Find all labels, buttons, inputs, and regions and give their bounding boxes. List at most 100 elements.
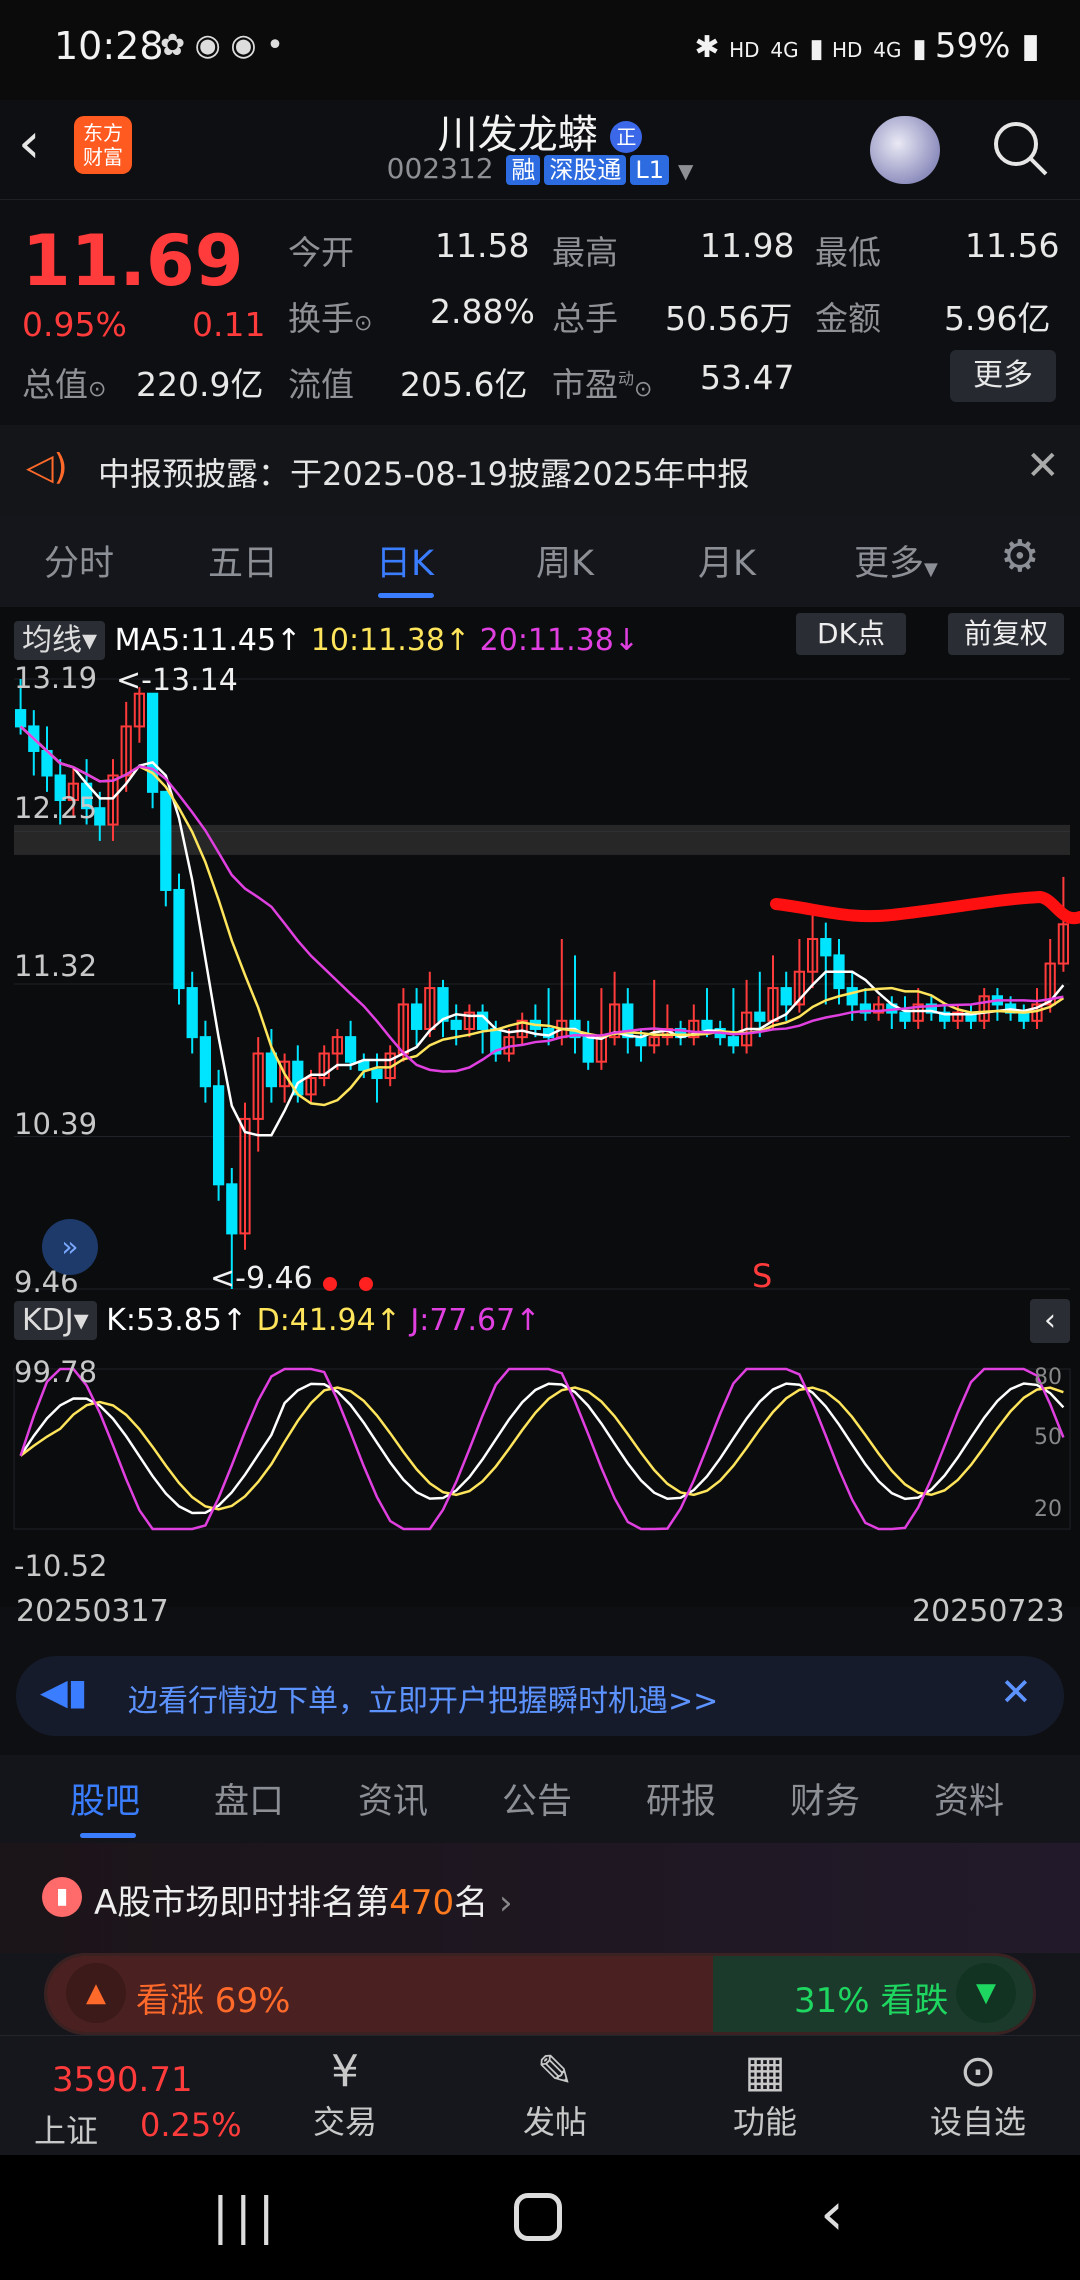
kdj-selector[interactable]: KDJ▾ xyxy=(14,1301,97,1340)
candle-body xyxy=(754,1011,766,1022)
stock-header: ‹ 东方财富 川发龙蟒 正 002312 融深股通 L1 ▼ xyxy=(0,100,1080,200)
tab-5day[interactable]: 五日 xyxy=(208,535,278,586)
tab-research[interactable]: 研报 xyxy=(646,1773,716,1824)
candle-body xyxy=(173,888,185,990)
value-turnover: 2.88% xyxy=(430,292,535,331)
label-market-cap: 总值⊙ xyxy=(22,358,106,406)
tab-more[interactable]: 更多▼ xyxy=(854,535,938,586)
bearish-button[interactable]: ▼ xyxy=(956,1963,1016,2023)
tab-news[interactable]: 资讯 xyxy=(358,1773,428,1824)
d-text: D:41.94 xyxy=(256,1303,376,1338)
notice-bar[interactable]: ◁) 中报预披露：于2025-08-19披露2025年中报 ✕ xyxy=(0,425,1080,515)
active-tab-indicator xyxy=(378,593,434,598)
back-icon[interactable]: ‹ xyxy=(820,2179,844,2249)
candle-body xyxy=(701,1019,713,1030)
nav-functions[interactable]: ▦ 功能 xyxy=(720,2046,810,2143)
recents-icon[interactable]: ||| xyxy=(212,2187,281,2245)
tag-level: L1 xyxy=(630,155,670,185)
kdj-20: 20 xyxy=(1034,1497,1062,1522)
expand-icon[interactable]: » xyxy=(42,1219,98,1275)
candle-body xyxy=(265,1052,278,1088)
nav-watchlist[interactable]: ⊙ 设自选 xyxy=(918,2046,1038,2143)
speaker-icon: ◁) xyxy=(26,447,68,488)
edit-icon: ✎ xyxy=(536,2046,574,2097)
ma-selector[interactable]: 均线▾ xyxy=(14,621,106,660)
signal-dot xyxy=(359,1277,373,1291)
chevron-right-icon: › xyxy=(498,1883,513,1923)
tab-profile[interactable]: 资料 xyxy=(934,1773,1004,1824)
rank-suffix: 名 xyxy=(454,1883,489,1923)
nav-post-label: 发帖 xyxy=(522,2103,587,2141)
collapse-arrow-icon[interactable]: ‹ xyxy=(1030,1299,1070,1343)
label-high: 最高 xyxy=(552,233,618,272)
status-right: ✱ HD 4G ▮ HD 4G ▮ 59% ▮ xyxy=(694,26,1040,66)
axis-label-3: 11.32 xyxy=(14,949,98,983)
rank-chart-icon: ▮ xyxy=(42,1877,82,1917)
nav-post[interactable]: ✎ 发帖 xyxy=(510,2046,600,2143)
bullish-button[interactable]: ▲ xyxy=(66,1963,126,2023)
tab-intraday[interactable]: 分时 xyxy=(44,535,114,586)
info-icon[interactable]: ⊙ xyxy=(354,311,372,336)
tab-daily[interactable]: 日K xyxy=(376,535,434,586)
candle-body xyxy=(780,987,792,1006)
search-icon[interactable] xyxy=(990,118,1050,178)
pe-sup: 动 xyxy=(618,369,635,388)
candle-body xyxy=(582,1036,594,1063)
resistance-band xyxy=(14,824,1070,855)
candle-body xyxy=(226,1183,238,1235)
candle-body xyxy=(820,938,832,957)
home-icon[interactable] xyxy=(514,2193,562,2241)
ma5-text: MA5:11.45 xyxy=(114,623,277,658)
axis-label-4: 10.39 xyxy=(14,1107,98,1141)
label-turnover-text: 换手 xyxy=(288,299,354,338)
active-tab-indicator xyxy=(80,1833,136,1838)
candle-body xyxy=(186,987,198,1039)
ma20-value: 20:11.38↓ xyxy=(479,623,639,658)
tab-forum[interactable]: 股吧 xyxy=(70,1773,140,1824)
candle-body xyxy=(160,790,172,891)
index-pct: 0.25% xyxy=(140,2106,242,2144)
candle-body xyxy=(344,1036,357,1063)
close-icon[interactable]: ✕ xyxy=(1000,1670,1032,1714)
tab-more-label: 更多 xyxy=(854,544,925,584)
nav-trade[interactable]: ¥ 交易 xyxy=(300,2046,390,2143)
tab-announcements[interactable]: 公告 xyxy=(502,1773,572,1824)
tab-finance[interactable]: 财务 xyxy=(790,1773,860,1824)
info-tabs: 股吧 盘口 资讯 公告 研报 财务 资料 xyxy=(0,1755,1080,1843)
k-value: K:53.85↑ xyxy=(106,1303,248,1338)
value-float-cap: 205.6亿 xyxy=(400,365,528,404)
info-icon[interactable]: ⊙ xyxy=(88,377,106,402)
kline-svg[interactable] xyxy=(0,659,1080,1607)
promo-banner[interactable]: ◀▮ 边看行情边下单，立即开户把握瞬时机遇>> ✕ xyxy=(16,1656,1064,1736)
sentiment-row: ▲ 看涨 69% 31% 看跌 ▼ xyxy=(0,1953,1080,2035)
kdj-selector-label: KDJ xyxy=(22,1303,74,1338)
info-icon[interactable]: ⊙ xyxy=(634,377,652,402)
dk-button[interactable]: DK点 xyxy=(796,613,906,655)
tab-orderbook[interactable]: 盘口 xyxy=(214,1773,284,1824)
network-4g-2: 4G xyxy=(873,38,902,62)
close-icon[interactable]: ✕ xyxy=(1026,443,1060,489)
kdj-legend: KDJ▾ K:53.85↑ D:41.94↑ J:77.67↑ xyxy=(14,1301,540,1340)
rank-card[interactable]: ▮ A股市场即时排名第470名 › xyxy=(0,1843,1080,1953)
robot-avatar-icon[interactable] xyxy=(870,116,940,184)
candle-body xyxy=(371,1068,383,1080)
tab-weekly[interactable]: 周K xyxy=(536,535,594,586)
label-low: 最低 xyxy=(815,233,881,272)
tab-monthly[interactable]: 月K xyxy=(698,535,756,586)
system-nav: ||| ‹ xyxy=(0,2155,1080,2280)
battery-level: 59% xyxy=(934,26,1011,66)
more-button[interactable]: 更多 xyxy=(950,350,1056,402)
stock-code: 002312 xyxy=(386,152,494,185)
tag-connect: 深股通 xyxy=(544,155,627,185)
gear-icon[interactable]: ⚙ xyxy=(1000,531,1039,582)
candle-body xyxy=(212,1085,225,1186)
yen-icon: ¥ xyxy=(331,2046,359,2097)
value-pe: 53.47 xyxy=(700,358,795,397)
value-amount: 5.96亿 xyxy=(944,299,1051,338)
candle-body xyxy=(450,1019,462,1030)
sell-signal: S xyxy=(752,1257,773,1295)
status-bar: 10:28 ✿ ◉ ◉ • ✱ HD 4G ▮ HD 4G ▮ 59% ▮ xyxy=(0,0,1080,100)
grid-icon: ▦ xyxy=(744,2046,786,2097)
adjust-button[interactable]: 前复权 xyxy=(948,613,1064,655)
chevron-down-icon[interactable]: ▼ xyxy=(678,159,693,183)
